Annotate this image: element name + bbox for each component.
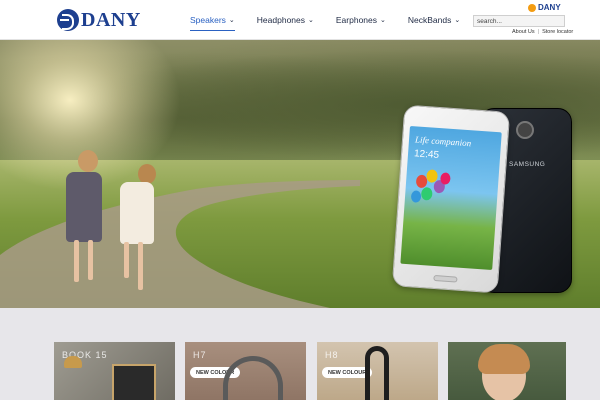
product-tile-book15[interactable]: BOOK 15 bbox=[54, 342, 175, 400]
product-tile-h7[interactable]: H7 NEW COLOUR bbox=[185, 342, 306, 400]
nav-item-label: Headphones bbox=[256, 15, 306, 25]
chevron-down-icon: ⌄ bbox=[228, 17, 235, 24]
product-tile-model[interactable] bbox=[448, 342, 566, 400]
nav-item-neckbands[interactable]: NeckBands ⌄ bbox=[408, 0, 460, 40]
dany-logo[interactable]: DANY bbox=[57, 8, 141, 32]
logo-text: DANY bbox=[81, 8, 141, 31]
tile-code: H8 bbox=[325, 350, 339, 360]
link-separator: | bbox=[537, 29, 540, 35]
search-input[interactable] bbox=[473, 15, 565, 27]
lamp-image bbox=[64, 356, 82, 368]
nav-item-label: Earphones bbox=[335, 15, 378, 25]
store-locator-link[interactable]: Store locator bbox=[542, 29, 573, 35]
phone-brand: SAMSUNG bbox=[509, 161, 546, 168]
chevron-down-icon: ⌄ bbox=[380, 17, 386, 24]
brand-dot-icon bbox=[528, 3, 536, 12]
speaker-image bbox=[112, 364, 156, 400]
about-us-link[interactable]: About Us bbox=[512, 29, 535, 35]
mini-brand-logo: DANY bbox=[528, 3, 561, 12]
phone-time: 12:45 bbox=[413, 148, 440, 162]
home-button bbox=[433, 274, 458, 283]
product-tile-h8[interactable]: H8 NEW COLOUR bbox=[317, 342, 438, 400]
headphone-image bbox=[365, 346, 389, 400]
model-hair-image bbox=[478, 344, 530, 374]
phone-screen: Life companion 12:45 bbox=[400, 125, 502, 271]
tile-code: H7 bbox=[193, 350, 207, 360]
main-nav: Speakers ⌄ Headphones ⌄ Earphones ⌄ Neck… bbox=[190, 0, 498, 40]
headphone-image bbox=[223, 356, 283, 400]
white-phone-front: Life companion 12:45 bbox=[391, 104, 511, 294]
site-header: DANY Speakers ⌄ Headphones ⌄ Earphones ⌄… bbox=[0, 0, 600, 40]
phone-headline: Life companion bbox=[414, 134, 472, 149]
girl-running-left bbox=[60, 148, 110, 293]
utility-links: About Us | Store locator bbox=[512, 29, 573, 35]
balloon-icon bbox=[440, 172, 451, 185]
nav-item-label: Speakers bbox=[190, 15, 226, 25]
chevron-down-icon: ⌄ bbox=[308, 17, 314, 24]
nav-item-label: NeckBands bbox=[407, 15, 452, 25]
balloon-icon bbox=[420, 186, 433, 201]
camera-icon bbox=[516, 121, 534, 139]
chevron-down-icon: ⌄ bbox=[454, 17, 461, 24]
hero-banner[interactable]: SAMSUNG Life companion 12:45 bbox=[0, 40, 600, 308]
balloon-icon bbox=[410, 190, 422, 203]
girl-running-right bbox=[110, 162, 170, 297]
dany-logo-icon bbox=[57, 9, 79, 31]
nav-item-earphones[interactable]: Earphones ⌄ bbox=[336, 0, 386, 40]
nav-item-speakers[interactable]: Speakers ⌄ bbox=[190, 0, 235, 40]
nav-item-headphones[interactable]: Headphones ⌄ bbox=[257, 0, 314, 40]
mini-brand-text: DANY bbox=[538, 3, 561, 12]
